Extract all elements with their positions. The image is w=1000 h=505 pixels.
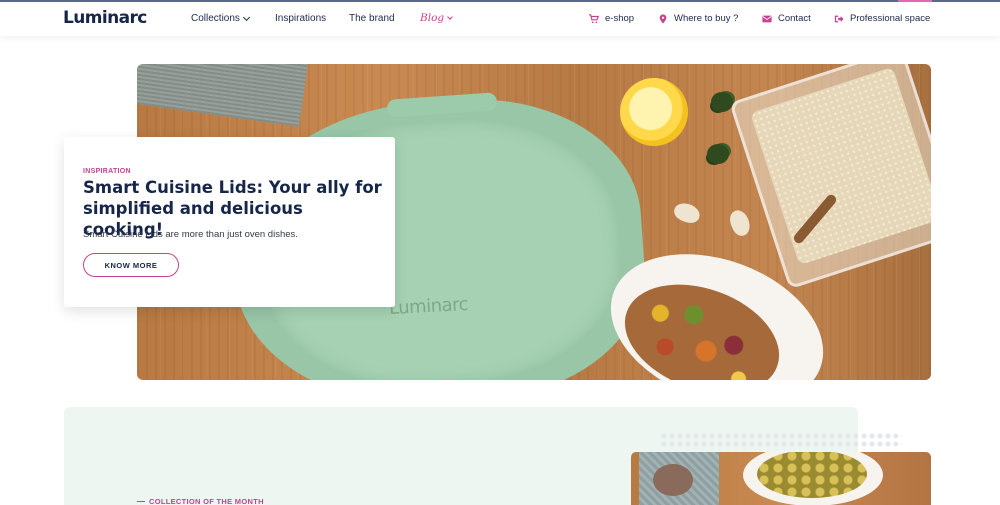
collection-kicker: COLLECTION OF THE MONTH [137, 497, 264, 505]
cart-icon [589, 13, 599, 24]
collection-kicker-label: COLLECTION OF THE MONTH [149, 497, 264, 505]
where-to-buy-link[interactable]: Where to buy ? [658, 13, 738, 24]
nav-blog-label: Blog [420, 12, 445, 24]
hero-card: INSPIRATION Smart Cuisine Lids: Your all… [64, 137, 395, 307]
chevron-down-icon [447, 13, 453, 20]
nav-the-brand[interactable]: The brand [349, 13, 395, 24]
brand-logo[interactable]: Luminarc [63, 8, 147, 28]
nav-collections[interactable]: Collections [191, 13, 250, 24]
envelope-icon [762, 14, 772, 24]
nav-collections-label: Collections [191, 13, 240, 24]
nav-inspirations[interactable]: Inspirations [275, 13, 326, 24]
collection-image [631, 452, 931, 505]
hero-kicker: INSPIRATION [83, 168, 131, 175]
hero-description: Smart Cuisine Lids are more than just ov… [83, 229, 298, 240]
chevron-down-icon [242, 13, 250, 21]
site-header: Luminarc Collections Inspirations The br… [0, 2, 1000, 36]
small-bowl [653, 464, 693, 496]
know-more-button[interactable]: KNOW MORE [83, 253, 179, 277]
where-to-buy-label: Where to buy ? [674, 13, 739, 24]
herb-sprig [707, 144, 729, 164]
nav-the-brand-label: The brand [349, 13, 395, 24]
eshop-label: e-shop [605, 13, 635, 24]
sign-in-icon [834, 14, 844, 24]
map-pin-icon [658, 13, 668, 24]
eshop-link[interactable]: e-shop [589, 13, 634, 24]
professional-space-link[interactable]: Professional space [834, 13, 930, 24]
decorative-dot-grid [660, 432, 902, 450]
contact-link[interactable]: Contact [762, 13, 811, 24]
lemon-half [620, 78, 688, 146]
herb-sprig [711, 92, 733, 112]
kicker-dash [137, 500, 145, 503]
nav-inspirations-label: Inspirations [275, 13, 327, 24]
lid-embossed-brand: Luminarc [388, 293, 469, 320]
contact-label: Contact [778, 13, 811, 24]
professional-space-label: Professional space [850, 13, 931, 24]
sliced-vegetables [757, 452, 867, 498]
nav-blog[interactable]: Blog [420, 12, 453, 24]
